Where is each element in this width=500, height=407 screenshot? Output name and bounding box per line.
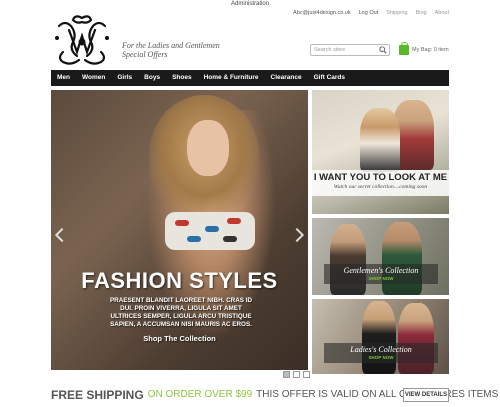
- slider-next-arrow-icon[interactable]: [289, 227, 305, 243]
- free-shipping-bar: FREE SHIPPING ON ORDER OVER $99 THIS OFF…: [51, 386, 498, 403]
- nav-item-girls[interactable]: Girls: [111, 70, 138, 86]
- free-shipping-label: FREE SHIPPING: [51, 387, 144, 402]
- couple-woman-image: [360, 108, 400, 172]
- slider-dot-3[interactable]: [303, 371, 310, 378]
- search-placeholder: Search store: [314, 47, 346, 53]
- ladies-banner: Ladies's Collection SHOP NOW: [324, 343, 438, 363]
- admin-label[interactable]: Administration: [43, 0, 457, 9]
- offer-valid-text: THIS OFFER IS VALID ON ALL OUR STORES IT…: [256, 389, 499, 400]
- view-details-button[interactable]: VIEW DETAILS: [403, 388, 449, 402]
- shop-collection-link[interactable]: Shop The Collection: [51, 334, 308, 343]
- nav-item-shoes[interactable]: Shoes: [166, 70, 198, 86]
- blog-link[interactable]: Blog: [416, 10, 427, 16]
- promo-panel-couple[interactable]: I WANT YOU TO LOOK AT ME Watch our secre…: [312, 90, 449, 214]
- store-page: Administration Abc@just4design.co.uk Log…: [43, 0, 498, 407]
- ladies-shop-now-link[interactable]: SHOP NOW: [324, 355, 438, 361]
- promo-panel-ladies[interactable]: Ladies's Collection SHOP NOW: [312, 299, 449, 374]
- hero-text-line-3: ultrices semper, ligula arcu tristique: [110, 313, 252, 320]
- main-nav: Men Women Girls Boys Shoes Home & Furnit…: [51, 70, 449, 86]
- shipping-link[interactable]: Shipping: [386, 10, 407, 16]
- nav-item-home-furniture[interactable]: Home & Furniture: [198, 70, 265, 86]
- gentleman-1-image: [330, 224, 366, 295]
- couple-banner-subtitle: Watch our secret collection....coming so…: [333, 184, 428, 190]
- slider-dot-2[interactable]: [293, 371, 300, 378]
- hero-text-line-4: sapien, a accumsan nisi mauris ac eros.: [110, 321, 252, 328]
- brand-tagline: For the Ladies and Gentlemen Special Off…: [122, 41, 262, 59]
- hero-model-face: [187, 120, 229, 176]
- ladies-banner-title: Ladies's Collection: [350, 345, 412, 354]
- shopping-bag[interactable]: My Bag: 0 item: [399, 42, 449, 55]
- nav-item-boys[interactable]: Boys: [138, 70, 166, 86]
- account-email-link[interactable]: Abc@just4design.co.uk: [293, 10, 351, 16]
- hero-description: Praesent blandit laoreet nibh. Cras id d…: [81, 297, 281, 329]
- slider-dot-1[interactable]: [283, 371, 290, 378]
- lady-1-image: [362, 301, 396, 374]
- gentlemen-banner-title: Gentlemen's Collection: [343, 266, 419, 275]
- bag-label[interactable]: My Bag: 0 item: [412, 47, 449, 53]
- search-input[interactable]: Search store: [310, 44, 390, 56]
- couple-banner: I WANT YOU TO LOOK AT ME Watch our secre…: [312, 170, 449, 196]
- about-link[interactable]: About: [435, 10, 449, 16]
- slider-prev-arrow-icon[interactable]: [54, 227, 70, 243]
- promo-panel-gentlemen[interactable]: Gentlemen's Collection SHOP NOW: [312, 218, 449, 295]
- nav-item-women[interactable]: Women: [76, 70, 111, 86]
- gentlemen-banner: Gentlemen's Collection SHOP NOW: [324, 264, 438, 284]
- nav-item-clearance[interactable]: Clearance: [265, 70, 308, 86]
- hero-model-top: [165, 212, 255, 250]
- logout-link[interactable]: Log Out: [359, 10, 379, 16]
- hero-slider[interactable]: FASHION STYLES Praesent blandit laoreet …: [51, 90, 308, 370]
- nav-item-men[interactable]: Men: [51, 70, 76, 86]
- nav-item-gift-cards[interactable]: Gift Cards: [308, 70, 351, 86]
- tagline-line-2: Special Offers: [122, 50, 168, 59]
- tagline-line-1: For the Ladies and Gentlemen: [122, 41, 220, 50]
- search-icon[interactable]: [379, 46, 387, 54]
- slider-pagination: [283, 371, 310, 378]
- order-threshold-text: ON ORDER OVER $99: [147, 389, 253, 400]
- lady-2-image: [398, 303, 434, 374]
- hero-title: FASHION STYLES: [81, 268, 278, 293]
- top-links: Abc@just4design.co.uk Log Out Shipping B…: [293, 10, 449, 16]
- brand-logo[interactable]: [51, 12, 113, 68]
- gentlemen-shop-now-link[interactable]: SHOP NOW: [324, 276, 438, 282]
- hero-text-line-1: Praesent blandit laoreet nibh. Cras id: [109, 297, 253, 304]
- shopping-bag-icon[interactable]: [399, 42, 409, 55]
- gentleman-2-image: [382, 222, 422, 295]
- couple-banner-title: I WANT YOU TO LOOK AT ME: [313, 172, 448, 183]
- hero-text-line-2: dui. Proin viverra, ligula sit amet: [120, 305, 242, 312]
